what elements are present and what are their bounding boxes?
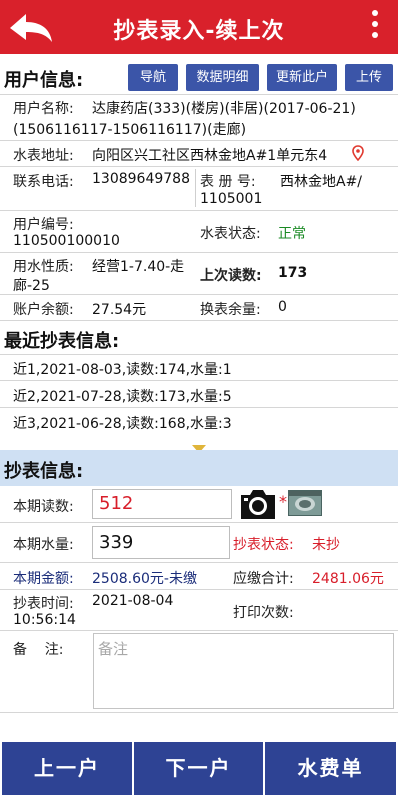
meter-address-label: 水表地址:: [13, 148, 74, 164]
current-volume-input[interactable]: 339: [92, 526, 230, 559]
phone-register-row: 联系电话: 13089649788 表 册 号: 西林金地A#/ 1105001: [0, 167, 398, 211]
meter-status-value: 正常: [278, 226, 306, 242]
prev-household-button[interactable]: 上一户: [2, 742, 132, 795]
required-mark: *: [279, 492, 287, 511]
recent-readings-title: 最近抄表信息:: [4, 331, 120, 352]
current-volume-label: 本期水量:: [13, 537, 74, 553]
upload-button[interactable]: 上传: [345, 64, 393, 91]
user-number-row: 用户编号: 110500100010 水表状态: 正常: [0, 211, 398, 253]
read-time-value: 2021-08-04: [92, 593, 174, 609]
location-pin-icon[interactable]: [352, 145, 364, 165]
user-number-value: 110500100010: [13, 233, 120, 249]
meter-address-value: 向阳区兴工社区西林金地A#1单元东4: [92, 148, 328, 164]
balance-label: 账户余额:: [13, 302, 74, 318]
page-title: 抄表录入-续上次: [113, 19, 285, 44]
recent-reading-1: 近1,2021-08-03,读数:174,水量:1: [13, 362, 232, 378]
read-time-row: 抄表时间: 2021-08-04 10:56:14 打印次数:: [0, 590, 398, 631]
top-bar: 抄表录入-续上次: [0, 0, 398, 54]
water-type-row: 用水性质: 经营1-7.40-走 廊-25 上次读数: 173: [0, 253, 398, 295]
user-name-row: 用户名称: 达康药店(333)(楼房)(非居)(2017-06-21) (150…: [0, 95, 398, 141]
list-item: 近2,2021-07-28,读数:173,水量:5: [0, 381, 398, 408]
current-reading-input[interactable]: 512: [92, 489, 232, 519]
list-item: 近3,2021-06-28,读数:168,水量:3: [0, 408, 398, 436]
water-type-value: 经营1-7.40-走: [92, 259, 185, 275]
camera-icon[interactable]: [238, 486, 278, 526]
remark-textarea[interactable]: 备注: [93, 633, 394, 709]
bottom-bar: 上一户 下一户 水费单: [0, 740, 398, 795]
amount-value: 2508.60元-未缴: [92, 571, 197, 587]
water-bill-button[interactable]: 水费单: [265, 742, 396, 795]
current-reading-label: 本期读数:: [13, 499, 74, 515]
read-time-value-line2: 10:56:14: [13, 612, 76, 628]
update-user-button[interactable]: 更新此户: [267, 64, 337, 91]
amount-row: 本期金额: 2508.60元-未缴 应缴合计: 2481.06元: [0, 563, 398, 590]
balance-row: 账户余额: 27.54元 换表余量: 0: [0, 295, 398, 321]
more-menu-icon[interactable]: [368, 10, 382, 44]
register-value: 西林金地A#/: [280, 174, 363, 190]
meter-address-row: 水表地址: 向阳区兴工社区西林金地A#1单元东4: [0, 141, 398, 167]
list-item: 近1,2021-08-03,读数:174,水量:1: [0, 355, 398, 381]
user-name-value: 达康药店(333)(楼房)(非居)(2017-06-21): [92, 101, 356, 117]
phone-label: 联系电话:: [13, 174, 74, 190]
photo-thumbnail[interactable]: [288, 490, 322, 516]
user-name-value-line2: (1506116117-1506116117)(走廊): [13, 122, 247, 138]
reading-info-title: 抄表信息:: [4, 461, 84, 482]
divider: [195, 169, 196, 207]
water-type-value-line2: 廊-25: [13, 278, 50, 294]
total-due-value: 2481.06元: [312, 571, 384, 587]
data-detail-button[interactable]: 数据明细: [186, 64, 259, 91]
read-time-label: 抄表时间:: [13, 596, 74, 612]
register-value-line2: 1105001: [200, 191, 263, 207]
balance-value: 27.54元: [92, 302, 147, 318]
last-reading-value: 173: [278, 265, 308, 281]
remark-label: 备 注:: [13, 642, 64, 658]
amount-label: 本期金额:: [13, 571, 74, 587]
phone-value[interactable]: 13089649788: [92, 171, 190, 187]
remark-placeholder: 备注: [98, 640, 129, 658]
next-household-button[interactable]: 下一户: [134, 742, 263, 795]
user-number-label: 用户编号:: [13, 217, 74, 233]
register-label: 表 册 号:: [200, 174, 256, 190]
last-reading-label: 上次读数:: [200, 268, 262, 284]
reading-status-value: 未抄: [312, 537, 340, 553]
water-type-label: 用水性质:: [13, 259, 74, 275]
total-due-label: 应缴合计:: [233, 571, 294, 587]
recent-reading-3: 近3,2021-06-28,读数:168,水量:3: [13, 416, 232, 432]
reading-info-header: 抄表信息:: [0, 450, 398, 486]
reading-status-label: 抄表状态:: [233, 537, 294, 553]
recent-reading-2: 近2,2021-07-28,读数:173,水量:5: [13, 389, 232, 405]
print-count-label: 打印次数:: [233, 605, 294, 621]
back-arrow-icon[interactable]: [6, 8, 56, 46]
swap-remain-value: 0: [278, 299, 287, 315]
swap-remain-label: 换表余量:: [200, 302, 261, 318]
user-name-label: 用户名称:: [13, 101, 74, 117]
navigate-button[interactable]: 导航: [128, 64, 178, 91]
user-info-title: 用户信息:: [4, 70, 84, 91]
meter-status-label: 水表状态:: [200, 226, 261, 242]
